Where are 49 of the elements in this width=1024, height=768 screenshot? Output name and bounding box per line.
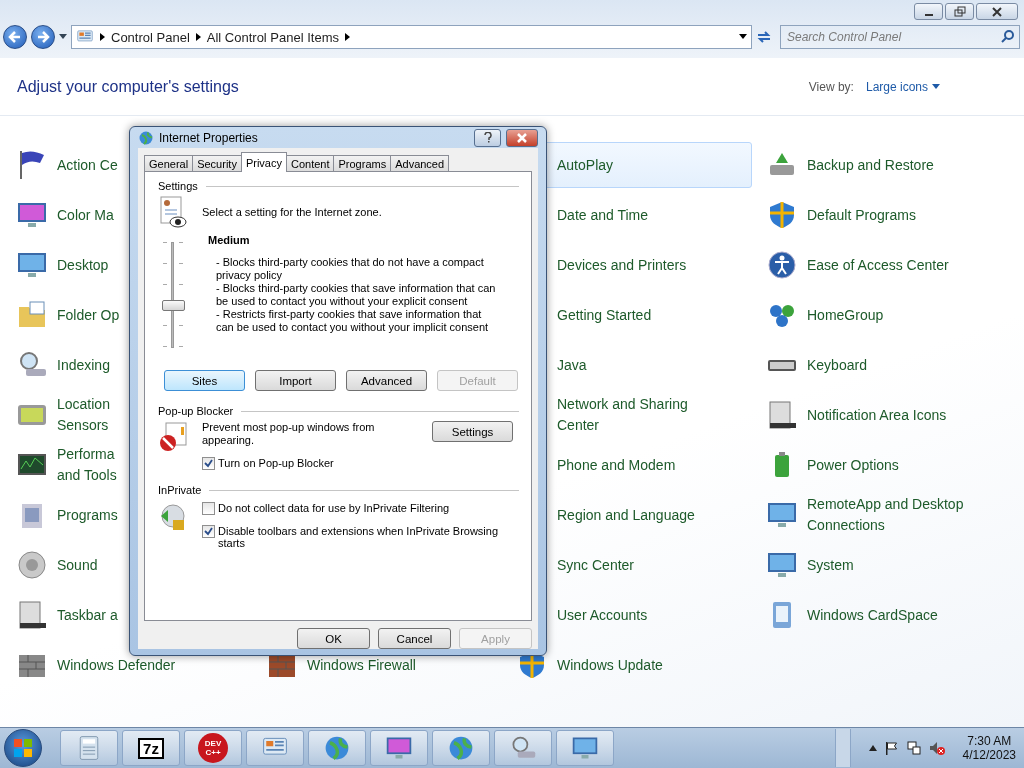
page-title: Adjust your computer's settings (17, 77, 239, 96)
item-label: User Accounts (557, 605, 648, 625)
item-label: Windows CardSpace (807, 605, 938, 625)
clock-time: 7:30 AM (967, 734, 1012, 748)
privacy-description: - Blocks third-party cookies that save information that can be used to contact you without your explicit consent (216, 282, 497, 308)
item-label: Ease of Access Center (807, 255, 949, 275)
seven-zip-icon: 7z (138, 737, 164, 759)
privacy-level: Medium (208, 234, 251, 246)
item-label: Windows Defender (57, 655, 176, 675)
item-label: AutoPlay (557, 155, 614, 175)
item-label: System (807, 555, 854, 575)
section-heading: Settings (158, 180, 198, 192)
dev-cpp-icon: DEV C++ (198, 733, 228, 763)
item-label: Network and Sharing Center (557, 395, 689, 435)
item-label: Sync Center (557, 555, 635, 575)
item-label: Action Ce (57, 155, 118, 175)
item-label: Windows Firewall (307, 655, 416, 675)
item-label: RemoteApp and Desktop Connections (807, 495, 965, 535)
view-by-label: View by: (808, 79, 854, 94)
item-label: Region and Language (557, 505, 695, 525)
clock-date: 4/12/2023 (962, 748, 1016, 762)
popup-description: Prevent most pop-up windows from appearing. (202, 421, 376, 447)
item-label: Backup and Restore (807, 155, 934, 175)
item-label: Folder Op (57, 305, 120, 325)
privacy-description: - Restricts first-party cookies that save information that can be used to contact you without your implicit consent (216, 308, 490, 334)
item-label: Power Options (807, 455, 899, 475)
privacy-description: - Blocks third-party cookies that do not have a compact privacy policy (216, 256, 485, 282)
section-heading: InPrivate (158, 484, 202, 496)
item-label: Performa and Tools (57, 445, 117, 485)
item-label: Keyboard (807, 355, 867, 375)
item-label: Java (557, 355, 587, 375)
item-label: HomeGroup (807, 305, 884, 325)
item-label: Devices and Printers (557, 255, 687, 275)
item-label: Desktop (57, 255, 109, 275)
item-label: Color Ma (57, 205, 114, 225)
dialog-title: Internet Properties (159, 130, 259, 145)
item-label: Phone and Modem (557, 455, 676, 475)
item-label: Indexing (57, 355, 110, 375)
item-label: Location Sensors (57, 395, 110, 435)
item-label: Default Programs (807, 205, 916, 225)
item-label: Sound (57, 555, 98, 575)
item-label: Taskbar a (57, 605, 118, 625)
item-label: Getting Started (557, 305, 652, 325)
item-label: Notification Area Icons (807, 405, 947, 425)
section-heading: Pop-up Blocker (158, 405, 234, 417)
item-label: Windows Update (557, 655, 663, 675)
item-label: Date and Time (557, 205, 649, 225)
intro-text: Select a setting for the Internet zone. (202, 205, 382, 219)
item-label: Programs (57, 505, 118, 525)
